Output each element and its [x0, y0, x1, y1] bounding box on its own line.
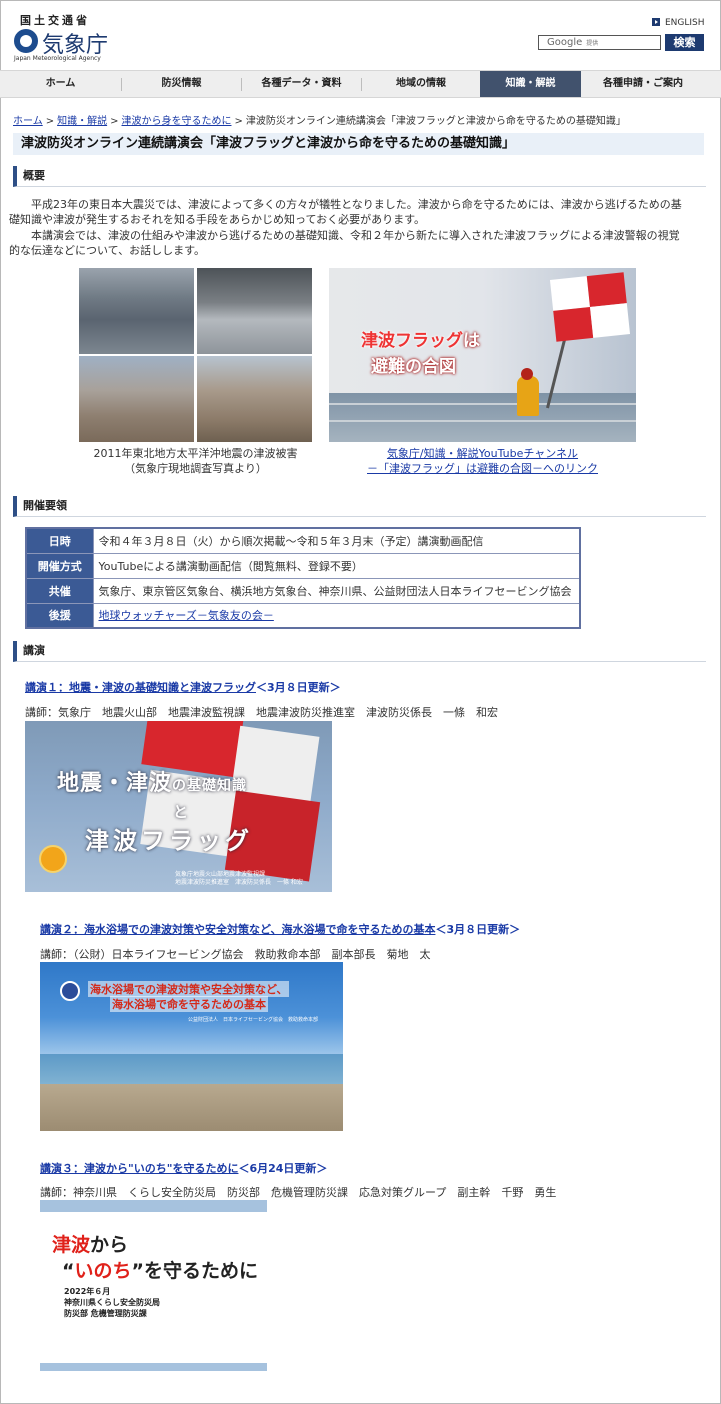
table-header-cell: 開催方式 — [25, 552, 94, 579]
lecture-1-lecturer: 講師：気象庁 地震火山部 地震津波監視課 地震津波防災推進室 津波防災係長 一條… — [25, 706, 498, 719]
damage-photo — [197, 356, 312, 442]
slide-header-bar — [40, 1200, 267, 1212]
table-row: 日時 令和４年３月８日（火）から順次掲載～令和５年３月末（予定）講演動画配信 — [25, 527, 581, 554]
breadcrumb: ホーム > 知識・解説 > 津波から身を守るために > 津波防災オンライン連続講演会「津波フ… — [13, 116, 626, 127]
section-heading-overview: 概要 — [13, 166, 706, 187]
lecture-2-lecturer: 講師：（公財）日本ライフセービング協会 救助救命本部 副本部長 菊地 太 — [40, 948, 431, 961]
lecture-3-thumbnail[interactable]: 津波から “いのち”を守るために 2022年６月 神奈川県くらし安全防災局 防災… — [40, 1200, 267, 1371]
damage-photo — [79, 356, 194, 442]
ministry-label: 国土交通省 — [20, 14, 90, 27]
table-header-cell: 日時 — [25, 527, 94, 554]
lecture-2-image-credit: 公益財団法人 日本ライフセービング協会 救助救命本部 — [188, 1017, 319, 1023]
image-sea — [329, 393, 636, 442]
page-title: 津波防災オンライン連続講演会「津波フラッグと津波から命を守るための基礎知識」 — [13, 133, 704, 155]
nav-data[interactable]: 各種データ・資料 — [242, 71, 361, 97]
breadcrumb-knowledge[interactable]: 知識・解説 — [57, 116, 107, 127]
lecture-2-title: 講演２：海水浴場での津波対策や安全対策など、海水浴場で命を守るための基本＜3月８… — [40, 921, 520, 937]
lecture-1-image-text: 津波フラッグ — [85, 827, 253, 855]
slide-footer-bar — [40, 1363, 267, 1371]
photo-caption: 2011年東北地方太平洋沖地震の津波被害 （気象庁現地調査写真より） — [93, 447, 298, 475]
lecture-2-image-text: 海水浴場で命を守るための基本 — [110, 996, 268, 1012]
nav-knowledge[interactable]: 知識・解説 — [480, 71, 581, 97]
tsunami-flag-image[interactable]: 津波フラッグは 避難の合図 — [329, 268, 636, 442]
jma-logo-icon[interactable] — [14, 29, 38, 53]
event-details-table: 日時 令和４年３月８日（火）から順次掲載～令和５年３月末（予定）講演動画配信 開… — [25, 527, 581, 629]
sponsor-link[interactable]: 地球ウォッチャーズ－気象友の会－ — [99, 609, 274, 622]
flag-quadrant — [590, 303, 631, 338]
image-rail — [329, 403, 636, 405]
flag-image-text: 津波フラッグは 避難の合図 — [361, 331, 480, 377]
lecture-2-update: ＜3月８日更新＞ — [435, 923, 521, 936]
lecture-2-thumbnail[interactable]: 海水浴場での津波対策や安全対策など、 海水浴場で命を守るための基本 公益財団法人… — [40, 962, 343, 1131]
lecture-1-link[interactable]: 講演１：地震・津波の基礎知識と津波フラッグ — [25, 681, 256, 694]
youtube-link[interactable]: 気象庁/知識・解説YouTubeチャンネル －「津波フラッグ」は避難の合図－への… — [329, 446, 636, 476]
lecture-1-update: ＜3月８日更新＞ — [256, 681, 341, 694]
table-row: 開催方式 YouTubeによる講演動画配信（閲覧無料、登録不要） — [25, 552, 581, 579]
overview-paragraph-1: 平成23年の東日本大震災では、津波によって多くの方々が犠牲となりました。津波から… — [9, 198, 682, 226]
tsunami-flag-icon — [549, 272, 631, 342]
lecture-3-image-text: “いのち”を守るために — [62, 1260, 259, 1282]
flag-quadrant — [586, 272, 627, 307]
lecture-1-image-text: と — [173, 803, 189, 821]
lecture-1-thumbnail[interactable]: 地震・津波の基礎知識 と 津波フラッグ 気象庁地震火山部地震津波監視課 地震津波… — [25, 721, 332, 892]
site-logo-en: Japan Meteorological Agency — [14, 55, 101, 62]
search-button[interactable]: 検索 — [665, 34, 704, 51]
flag-quadrant — [553, 307, 594, 342]
lecture-3-image-text: 津波から — [52, 1234, 129, 1256]
table-header-cell: 共催 — [25, 577, 94, 604]
image-rail — [329, 420, 636, 422]
lecture-3-title: 講演３：津波から"いのち"を守るために＜6月24日更新＞ — [40, 1160, 327, 1176]
site-header: 国土交通省 気象庁 Japan Meteorological Agency EN… — [0, 0, 721, 70]
table-header-cell: 後援 — [25, 602, 94, 629]
table-cell: 気象庁、東京管区気象台、横浜地方気象台、神奈川県、公益財団法人日本ライフセービン… — [92, 577, 581, 604]
nav-home[interactable]: ホーム — [0, 71, 121, 97]
section-heading-event: 開催要領 — [13, 496, 706, 517]
breadcrumb-current: 津波防災オンライン連続講演会「津波フラッグと津波から命を守るための基礎知識」 — [245, 116, 626, 127]
table-cell: 令和４年３月８日（火）から順次掲載～令和５年３月末（予定）講演動画配信 — [92, 527, 581, 554]
lecture-1-image-credit: 気象庁地震火山部地震津波監視課 地震津波防災推進室 津波防災係長 一條 和宏 — [175, 871, 303, 886]
overview-paragraph-2: 本講演会では、津波の仕組みや津波から逃げるための基礎知識、令和２年から新たに導入… — [9, 229, 680, 257]
lecture-3-image-credit: 2022年６月 神奈川県くらし安全防災局 防災部 危機管理防災課 — [64, 1287, 160, 1318]
lecture-2-image-text: 海水浴場での津波対策や安全対策など、 — [88, 981, 290, 997]
lifeguard-head — [521, 368, 533, 380]
lifesaving-emblem-icon — [60, 981, 80, 1001]
tsunami-damage-photos — [79, 268, 312, 442]
table-cell: 地球ウォッチャーズ－気象友の会－ — [92, 602, 581, 629]
lecture-1-image-text: 地震・津波の基礎知識 — [57, 771, 248, 796]
damage-photo — [197, 268, 312, 354]
damage-photo — [79, 268, 194, 354]
nav-disaster-info[interactable]: 防災情報 — [122, 71, 241, 97]
flag-quadrant — [549, 276, 590, 311]
arrow-right-icon — [652, 18, 660, 26]
breadcrumb-home[interactable]: ホーム — [13, 116, 43, 127]
image-sand — [40, 1084, 343, 1131]
search-input[interactable]: Google 提供 — [538, 35, 661, 50]
lifeguard-figure — [517, 376, 539, 416]
nav-regional-info[interactable]: 地域の情報 — [362, 71, 480, 97]
nav-applications[interactable]: 各種申請・ご案内 — [582, 71, 704, 97]
table-cell: YouTubeによる講演動画配信（閲覧無料、登録不要） — [92, 552, 581, 579]
table-row: 共催 気象庁、東京管区気象台、横浜地方気象台、神奈川県、公益財団法人日本ライフセ… — [25, 577, 581, 604]
main-nav: ホーム 防災情報 各種データ・資料 地域の情報 知識・解説 各種申請・ご案内 — [0, 70, 721, 98]
lecture-2-link[interactable]: 講演２：海水浴場での津波対策や安全対策など、海水浴場で命を守るための基本 — [40, 923, 435, 936]
lecture-1-title: 講演１：地震・津波の基礎知識と津波フラッグ＜3月８日更新＞ — [25, 679, 341, 695]
lecture-3-update: ＜6月24日更新＞ — [238, 1162, 328, 1175]
lecture-3-lecturer: 講師：神奈川県 くらし安全防災局 防災部 危機管理防災課 応急対策グループ 副主… — [40, 1186, 557, 1199]
mascot-icon — [39, 845, 67, 873]
table-row: 後援 地球ウォッチャーズ－気象友の会－ — [25, 602, 581, 629]
english-link[interactable]: ENGLISH — [652, 18, 705, 28]
section-heading-lectures: 講演 — [13, 641, 706, 662]
lecture-3-link[interactable]: 講演３：津波から"いのち"を守るために — [40, 1162, 238, 1175]
breadcrumb-tsunami[interactable]: 津波から身を守るために — [121, 116, 231, 127]
